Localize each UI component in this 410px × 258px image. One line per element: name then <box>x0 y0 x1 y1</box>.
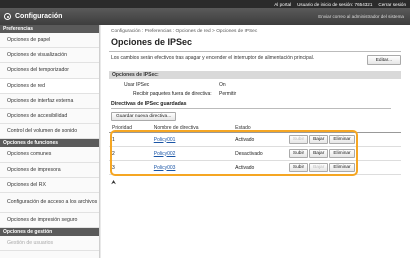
sidebar-item-common[interactable]: Opciones comunes <box>0 147 99 163</box>
sidebar-item-network[interactable]: Opciones de red <box>0 78 99 94</box>
restart-note: Los cambios serán efectivos tras apagar … <box>111 55 315 61</box>
sidebar-item-display[interactable]: Opciones de visualización <box>0 48 99 64</box>
login-user-text: Usuario de inicio de sesión: 7654321 <box>297 1 373 7</box>
sidebar-item-secure-print[interactable]: Opciones de impresión seguro <box>0 213 99 229</box>
sidebar-item-user-management[interactable]: Gestión de usuarios <box>0 236 99 252</box>
sidebar-item-paper[interactable]: Opciones de papel <box>0 33 99 49</box>
use-ipsec-label: Usar IPSec <box>124 82 150 88</box>
sidebar-item-accessibility[interactable]: Opciones de accesibilidad <box>0 109 99 125</box>
saved-policies-heading: Directivas de IPSec guardadas <box>111 101 391 109</box>
use-ipsec-value: On <box>219 82 226 88</box>
sidebar: Preferencias Opciones de papel Opciones … <box>0 25 100 258</box>
edit-button[interactable]: Editar... <box>366 55 401 65</box>
sidebar-item-file-access[interactable]: Configuración de acceso a los archivos <box>0 193 99 213</box>
sidebar-item-external-interface[interactable]: Opciones de interfaz externa <box>0 94 99 109</box>
ipsec-section-heading: Opciones de IPSec: <box>109 71 401 79</box>
receive-packets-value: Permitir <box>219 91 237 97</box>
app-title: Configuración <box>15 13 63 20</box>
save-new-policy-button[interactable]: Guardar nueva directiva... <box>111 112 177 121</box>
back-to-top-icon[interactable]: ⮝ <box>111 180 116 187</box>
sidebar-group-preferences: Preferencias <box>0 25 99 33</box>
policy-list-highlight <box>110 130 358 176</box>
sidebar-group-management: Opciones de gestión <box>0 228 99 237</box>
title-divider <box>109 51 401 52</box>
mail-admin-link[interactable]: Enviar correo al administrador del siste… <box>318 14 404 19</box>
app-header: Configuración Enviar correo al administr… <box>0 8 410 25</box>
page-title: Opciones de IPSec <box>111 37 193 47</box>
settings-logo-icon <box>4 13 11 20</box>
breadcrumb: Configuración : Preferencias : Opciones … <box>111 29 258 34</box>
portal-link[interactable]: Al portal <box>274 2 291 7</box>
sidebar-item-printer[interactable]: Opciones de impresora <box>0 163 99 178</box>
sidebar-item-rx[interactable]: Opciones del RX <box>0 178 99 193</box>
sidebar-item-volume[interactable]: Control del volumen de sonido <box>0 124 99 140</box>
sidebar-group-functions: Opciones de funciones <box>0 139 99 148</box>
top-bar: Al portal Usuario de inicio de sesión: 7… <box>0 0 410 8</box>
receive-packets-label: Recibir paquetes fuera de directiva: <box>133 91 212 97</box>
logout-link[interactable]: Cerrar sesión <box>378 2 406 7</box>
sidebar-item-timer[interactable]: Opciones del temporizador <box>0 63 99 79</box>
